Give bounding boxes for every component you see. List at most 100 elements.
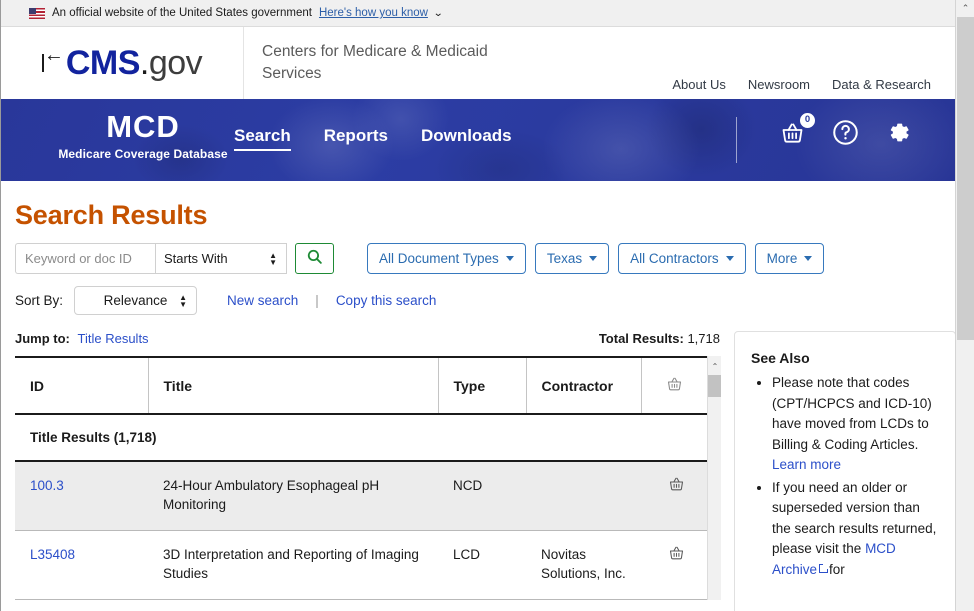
filter-more[interactable]: More — [754, 243, 825, 274]
table-row[interactable]: 100.3 24-Hour Ambulatory Esophageal pH M… — [15, 461, 707, 531]
cms-top-nav: About Us Newsroom Data & Research — [672, 77, 931, 92]
see-also-item-tail: for — [829, 561, 845, 577]
nav-newsroom[interactable]: Newsroom — [748, 77, 810, 92]
browser-scrollbar[interactable]: ⌃ — [955, 0, 974, 611]
results-table: ID Title Type Contractor Title Results (… — [15, 356, 707, 600]
select-arrows-icon: ▲ ▼ — [179, 292, 188, 309]
filter-label: Texas — [546, 251, 583, 266]
list-item: If you need an older or superseded versi… — [772, 478, 939, 581]
cms-logo-dot: . — [139, 43, 149, 82]
table-row[interactable]: L35408 3D Interpretation and Reporting o… — [15, 530, 707, 600]
column-header-type[interactable]: Type — [437, 356, 526, 415]
filter-label: More — [766, 251, 798, 266]
results-table-scrollbar[interactable]: ⌃ — [707, 356, 721, 600]
magnifier-icon — [306, 248, 323, 270]
basket-icon — [666, 377, 683, 395]
tab-reports[interactable]: Reports — [324, 126, 388, 151]
cell-contractor — [526, 461, 641, 531]
filter-all-document-types[interactable]: All Document Types — [367, 243, 526, 274]
new-search-link[interactable]: New search — [227, 293, 298, 308]
cms-header: CMS . gov Centers for Medicare & Medicai… — [1, 27, 955, 99]
mcd-toolbar: 0 — [779, 112, 912, 150]
scrollbar-thumb[interactable] — [957, 17, 974, 340]
cell-id: 100.3 — [15, 461, 148, 531]
copy-this-search-link[interactable]: Copy this search — [336, 293, 437, 308]
search-submit-button[interactable] — [295, 243, 334, 274]
jump-to-label: Jump to: — [15, 331, 70, 346]
cell-add-to-basket[interactable] — [641, 530, 707, 600]
column-header-basket[interactable] — [640, 356, 707, 415]
sort-by-value: Relevance — [103, 293, 168, 308]
filter-label: All Contractors — [630, 251, 719, 266]
basket-icon[interactable]: 0 — [779, 112, 815, 149]
chevron-down-icon — [589, 256, 598, 261]
scroll-up-arrow-icon[interactable]: ⌃ — [708, 360, 721, 373]
basket-icon[interactable] — [668, 546, 685, 564]
match-mode-select[interactable]: Starts With ▲ ▼ — [155, 243, 287, 274]
list-item: Please note that codes (CPT/HCPCS and IC… — [772, 373, 939, 476]
sort-by-label: Sort By: — [15, 293, 64, 308]
mcd-main-nav: Search Reports Downloads — [234, 126, 512, 151]
help-circle-icon[interactable] — [832, 119, 859, 150]
result-id-link[interactable]: 100.3 — [30, 478, 64, 493]
link-separator: | — [315, 293, 319, 308]
heres-how-you-know-link[interactable]: Here's how you know — [319, 7, 428, 19]
results-column: Jump to: Title Results Total Results: 1,… — [15, 331, 721, 600]
page-body: Search Results Starts With ▲▼ — [1, 200, 955, 611]
basket-icon[interactable] — [668, 477, 685, 495]
browser-viewport: An official website of the United States… — [0, 0, 955, 611]
result-id-link[interactable]: L35408 — [30, 547, 75, 562]
filter-label: All Document Types — [379, 251, 499, 266]
government-banner-text: An official website of the United States… — [52, 7, 312, 19]
results-area: Jump to: Title Results Total Results: 1,… — [15, 331, 955, 611]
search-input-group: Starts With ▲▼ — [15, 243, 287, 274]
results-table-scroll-container: ID Title Type Contractor Title Results (… — [15, 356, 721, 600]
filter-state-texas[interactable]: Texas — [534, 243, 610, 274]
cell-id: L35408 — [15, 530, 148, 600]
cell-contractor: Novitas Solutions, Inc. — [526, 530, 641, 600]
see-also-item-text: If you need an older or superseded versi… — [772, 479, 937, 557]
chevron-down-icon — [804, 256, 813, 261]
chevron-down-icon — [725, 256, 734, 261]
gear-icon[interactable] — [885, 119, 912, 150]
cell-title: 24-Hour Ambulatory Esophageal pH Monitor… — [148, 461, 438, 531]
filter-all-contractors[interactable]: All Contractors — [618, 243, 746, 274]
jump-to-title-results-link[interactable]: Title Results — [78, 331, 149, 346]
nav-data-research[interactable]: Data & Research — [832, 77, 931, 92]
column-header-title[interactable]: Title — [147, 356, 438, 415]
scroll-up-arrow-icon[interactable]: ⌃ — [956, 0, 974, 17]
cell-add-to-basket[interactable] — [641, 461, 707, 531]
tab-search[interactable]: Search — [234, 126, 291, 151]
cms-logo[interactable]: CMS . gov — [1, 27, 244, 99]
us-government-banner: An official website of the United States… — [1, 0, 955, 27]
search-input[interactable] — [15, 243, 155, 274]
basket-count-badge: 0 — [800, 112, 815, 128]
column-header-id[interactable]: ID — [15, 356, 148, 415]
cms-logo-gov: gov — [148, 43, 203, 82]
mcd-logo-title: MCD — [106, 109, 180, 144]
select-arrows-icon: ▲ ▼ — [269, 250, 277, 267]
mcd-logo-subtitle: Medicare Coverage Database — [58, 147, 228, 161]
cms-logo-cms: CMS — [65, 43, 141, 82]
sort-by-select[interactable]: Relevance ▲ ▼ — [74, 286, 198, 315]
scrollbar-thumb[interactable] — [708, 375, 721, 397]
cell-type: NCD — [438, 461, 526, 531]
us-flag-icon — [29, 7, 45, 19]
nav-about-us[interactable]: About Us — [672, 77, 725, 92]
see-also-panel: See Also Please note that codes (CPT/HCP… — [734, 331, 955, 611]
see-also-list: Please note that codes (CPT/HCPCS and IC… — [751, 373, 939, 580]
chevron-down-icon[interactable]: ⌄ — [433, 8, 443, 19]
learn-more-link[interactable]: Learn more — [772, 457, 841, 472]
page-title: Search Results — [15, 200, 208, 230]
column-header-contractor[interactable]: Contractor — [525, 356, 641, 415]
toolbar-divider — [736, 117, 737, 163]
cms-subtitle: Centers for Medicare & Medicaid Services — [262, 43, 488, 82]
match-mode-value: Starts With — [164, 251, 228, 266]
total-results-value: 1,718 — [687, 331, 720, 346]
mcd-banner: MCD Medicare Coverage Database Search Re… — [1, 99, 955, 181]
mcd-logo[interactable]: MCD Medicare Coverage Database — [43, 109, 243, 162]
sort-toolbar: Sort By: Relevance ▲ ▼ New search | Copy … — [15, 286, 941, 315]
tab-downloads[interactable]: Downloads — [421, 126, 512, 151]
see-also-item-text: Please note that codes (CPT/HCPCS and IC… — [772, 375, 932, 452]
results-summary-row: Jump to: Title Results Total Results: 1,… — [15, 331, 721, 346]
